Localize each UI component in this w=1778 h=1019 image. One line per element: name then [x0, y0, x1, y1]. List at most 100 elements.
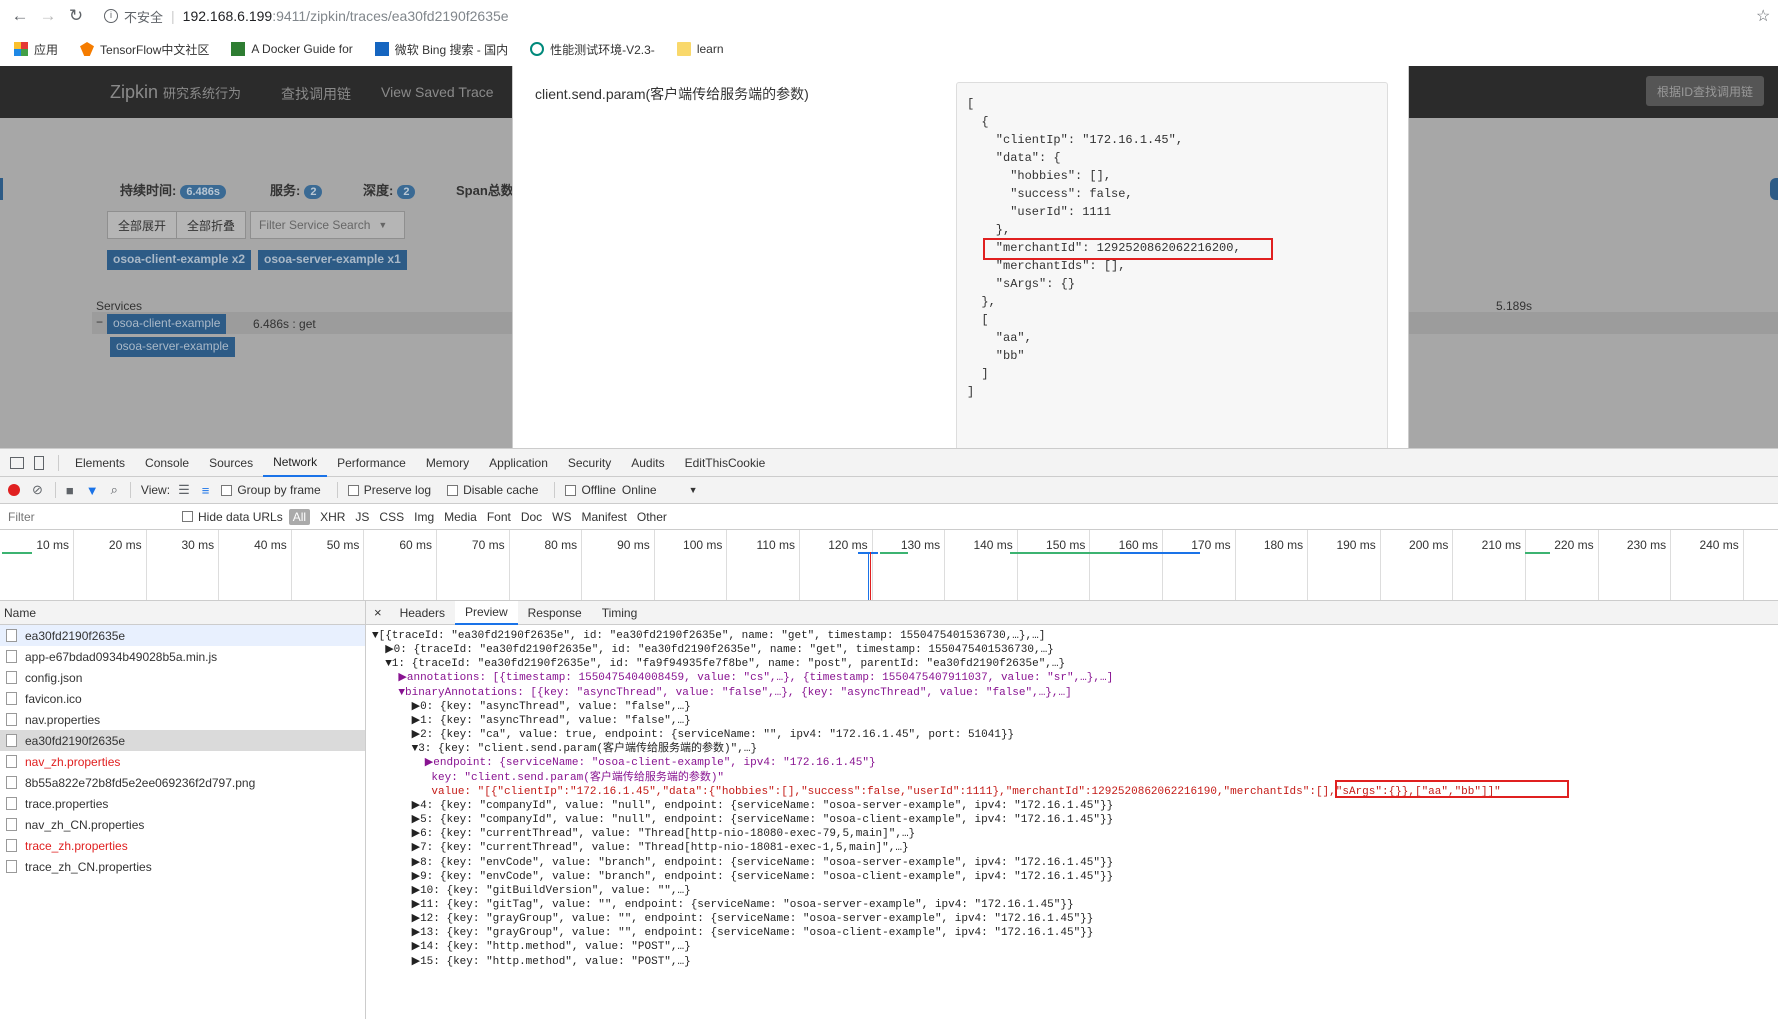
request-row[interactable]: trace_zh_CN.properties [0, 856, 365, 877]
span-row-client[interactable]: osoa-client-example [107, 314, 227, 334]
preview-line[interactable]: ▶0: {traceId: "ea30fd2190f2635e", id: "e… [372, 643, 1501, 657]
reload-icon[interactable]: ↻ [62, 2, 90, 30]
nav-find-trace[interactable]: 查找调用链 [281, 84, 351, 104]
collapse-toggle[interactable]: − [96, 315, 103, 329]
list-view-icon[interactable]: ☰ [178, 482, 190, 498]
filter-type-img[interactable]: Img [414, 510, 434, 524]
devtools-tab-console[interactable]: Console [135, 449, 199, 477]
preview-line[interactable]: ▶endpoint: {serviceName: "osoa-client-ex… [372, 756, 1501, 770]
request-row[interactable]: nav_zh_CN.properties [0, 814, 365, 835]
hide-data-urls-checkbox[interactable]: Hide data URLs [182, 510, 283, 524]
devtools-tab-performance[interactable]: Performance [327, 449, 416, 477]
preview-line[interactable]: ▼3: {key: "client.send.param(客户端传给服务端的参数… [372, 742, 1501, 756]
preview-line[interactable]: ▶10: {key: "gitBuildVersion", value: "",… [372, 884, 1501, 898]
devtools-tab-network[interactable]: Network [263, 449, 328, 477]
waterfall-view-icon[interactable]: ≡ [202, 483, 210, 498]
disable-cache-checkbox[interactable]: Disable cache [447, 483, 538, 497]
filter-type-doc[interactable]: Doc [521, 510, 542, 524]
preview-line[interactable]: ▶4: {key: "companyId", value: "null", en… [372, 799, 1501, 813]
preview-line[interactable]: ▶15: {key: "http.method", value: "POST",… [372, 955, 1501, 969]
devtools-tab-elements[interactable]: Elements [65, 449, 135, 477]
request-row[interactable]: trace.properties [0, 793, 365, 814]
network-filter-input[interactable] [4, 506, 174, 527]
preview-line[interactable]: ▼binaryAnnotations: [{key: "asyncThread"… [372, 686, 1501, 700]
bookmark-learn[interactable]: learn [676, 42, 724, 56]
preview-line[interactable]: ▶5: {key: "companyId", value: "null", en… [372, 813, 1501, 827]
detail-tab-response[interactable]: Response [518, 601, 592, 625]
request-row[interactable]: ea30fd2190f2635e [0, 730, 365, 751]
service-tag-client[interactable]: osoa-client-example x2 [107, 250, 252, 270]
service-tag-server[interactable]: osoa-server-example x1 [258, 250, 407, 270]
url-field[interactable]: i 不安全 | 192.168.6.199:9411/zipkin/traces… [98, 7, 509, 26]
devtools-tab-application[interactable]: Application [479, 449, 558, 477]
clear-icon[interactable]: ⊘ [32, 482, 43, 498]
bookmark-bing[interactable]: 微软 Bing 搜索 - 国内 [374, 41, 508, 58]
devtools-tab-security[interactable]: Security [558, 449, 621, 477]
preserve-log-checkbox[interactable]: Preserve log [347, 483, 431, 497]
close-icon[interactable]: × [366, 605, 390, 620]
name-column-header[interactable]: Name [0, 601, 365, 625]
request-row[interactable]: nav.properties [0, 709, 365, 730]
device-toolbar-icon[interactable] [34, 455, 44, 470]
preview-line[interactable]: ▶11: {key: "gitTag", value: "", endpoint… [372, 898, 1501, 912]
filter-type-ws[interactable]: WS [552, 510, 571, 524]
offline-checkbox[interactable]: Offline [565, 483, 616, 497]
filter-type-media[interactable]: Media [444, 510, 477, 524]
filter-service-select[interactable]: Filter Service Search ▼ [250, 211, 405, 239]
preview-line[interactable]: ▶1: {key: "asyncThread", value: "false",… [372, 714, 1501, 728]
request-row[interactable]: trace_zh.properties [0, 835, 365, 856]
preview-line[interactable]: ▶12: {key: "grayGroup", value: "", endpo… [372, 912, 1501, 926]
preview-line[interactable]: ▶0: {key: "asyncThread", value: "false",… [372, 700, 1501, 714]
nav-view-saved-trace[interactable]: View Saved Trace [381, 84, 494, 100]
back-icon[interactable]: ← [6, 2, 34, 30]
preview-line[interactable]: ▶9: {key: "envCode", value: "branch", en… [372, 870, 1501, 884]
detail-tab-preview[interactable]: Preview [454, 601, 518, 625]
filter-type-other[interactable]: Other [637, 510, 667, 524]
search-icon[interactable]: ⌕ [111, 482, 118, 498]
devtools-tab-editthiscookie[interactable]: EditThisCookie [675, 449, 776, 477]
request-row[interactable]: favicon.ico [0, 688, 365, 709]
collapse-all-button[interactable]: 全部折叠 [176, 211, 246, 239]
devtools-tab-sources[interactable]: Sources [199, 449, 263, 477]
filter-type-js[interactable]: JS [355, 510, 369, 524]
filter-type-all[interactable]: All [288, 508, 311, 525]
bookmark-docker[interactable]: A Docker Guide for [231, 42, 353, 56]
bookmark-star-icon[interactable]: ☆ [1756, 6, 1770, 26]
preview-line[interactable]: key: "client.send.param(客户端传给服务端的参数)" [372, 771, 1501, 785]
bookmark-tensorflow[interactable]: TensorFlow中文社区 [80, 41, 209, 58]
bookmark-apps[interactable]: 应用 [14, 41, 58, 58]
preview-line[interactable]: ▶7: {key: "currentThread", value: "Threa… [372, 841, 1501, 855]
expand-all-button[interactable]: 全部展开 [107, 211, 177, 239]
zipkin-brand[interactable]: Zipkin 研究系统行为 [110, 82, 241, 103]
forward-icon[interactable]: → [34, 2, 62, 30]
preview-line[interactable]: ▼[{traceId: "ea30fd2190f2635e", id: "ea3… [372, 629, 1501, 643]
detail-tab-headers[interactable]: Headers [390, 601, 455, 625]
detail-tab-timing[interactable]: Timing [592, 601, 648, 625]
find-by-id-button[interactable]: 根据ID查找调用链 [1646, 76, 1764, 106]
preview-line[interactable]: value: "[{"clientIp":"172.16.1.45","data… [372, 785, 1500, 799]
record-icon[interactable] [8, 484, 20, 496]
request-row[interactable]: 8b55a822e72b8fd5e2ee069236f2d797.png [0, 772, 365, 793]
preview-line[interactable]: ▼1: {traceId: "ea30fd2190f2635e", id: "f… [372, 657, 1501, 671]
preview-line[interactable]: ▶6: {key: "currentThread", value: "Threa… [372, 827, 1501, 841]
capture-screenshots-icon[interactable]: ■ [66, 483, 74, 498]
preview-line[interactable]: ▶13: {key: "grayGroup", value: "", endpo… [372, 926, 1501, 940]
preview-line[interactable]: ▶2: {key: "ca", value: true, endpoint: {… [372, 728, 1501, 742]
preview-line[interactable]: ▶annotations: [{timestamp: 1550475404008… [372, 671, 1501, 685]
devtools-tab-audits[interactable]: Audits [621, 449, 674, 477]
info-icon[interactable]: i [104, 9, 118, 23]
request-row[interactable]: config.json [0, 667, 365, 688]
throttling-select[interactable]: Online ▼ [622, 483, 698, 497]
preview-line[interactable]: ▶8: {key: "envCode", value: "branch", en… [372, 856, 1501, 870]
inspect-element-icon[interactable] [10, 456, 24, 469]
filter-type-xhr[interactable]: XHR [320, 510, 345, 524]
filter-icon[interactable]: ▼ [86, 483, 99, 498]
preview-line[interactable]: ▶14: {key: "http.method", value: "POST",… [372, 940, 1501, 954]
request-row[interactable]: ea30fd2190f2635e [0, 625, 365, 646]
devtools-tab-memory[interactable]: Memory [416, 449, 479, 477]
filter-type-css[interactable]: CSS [379, 510, 404, 524]
request-row[interactable]: app-e67bdad0934b49028b5a.min.js [0, 646, 365, 667]
request-row[interactable]: nav_zh.properties [0, 751, 365, 772]
span-row-server[interactable]: osoa-server-example [110, 337, 235, 357]
bookmark-perf-env[interactable]: 性能测试环境-V2.3- [530, 41, 655, 58]
